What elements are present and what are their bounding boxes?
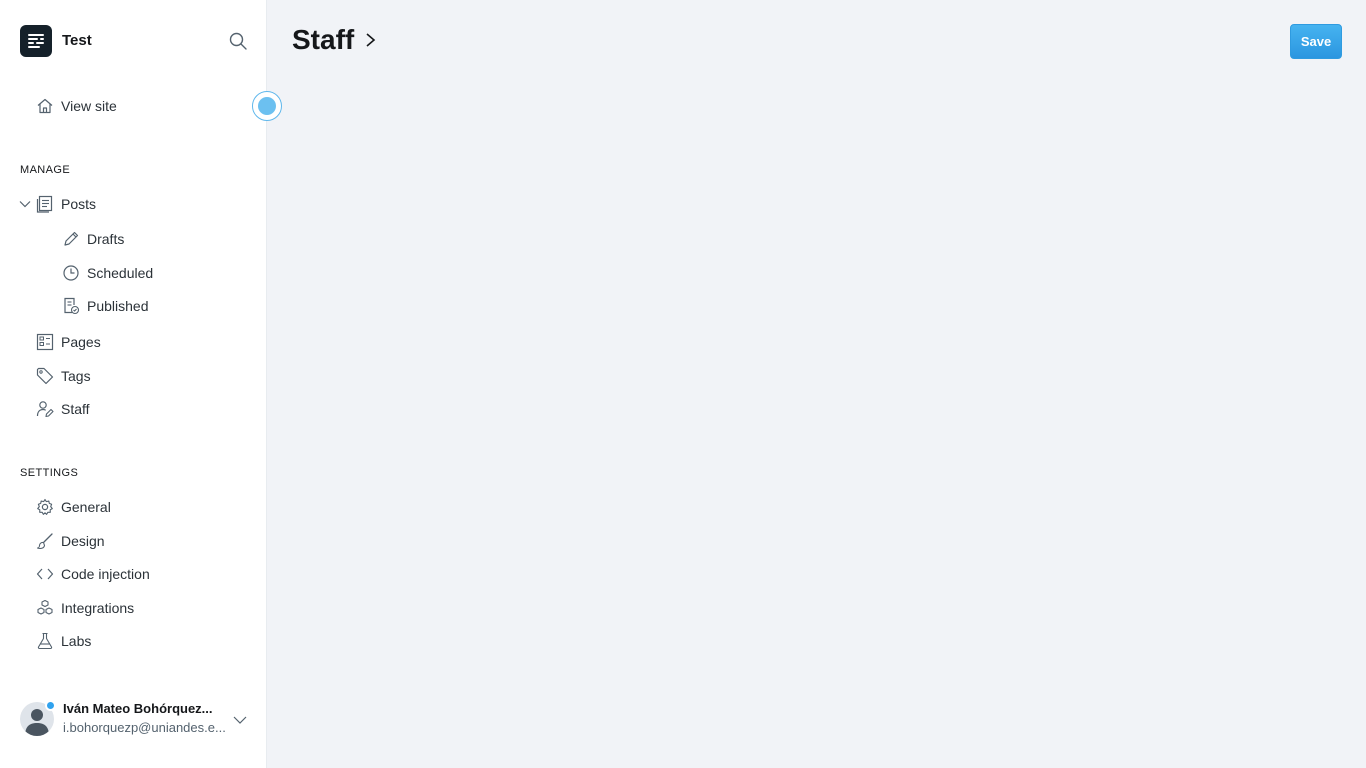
site-logo[interactable] [20,25,52,57]
search-icon[interactable] [228,31,248,51]
chevron-down-icon[interactable] [232,712,248,728]
pencil-icon [62,230,80,248]
nav-code-injection[interactable]: Code injection [32,560,247,588]
nav-pages-label: Pages [61,334,101,350]
chevron-right-icon [364,30,378,50]
ghost-logo-icon [28,34,44,48]
posts-icon [36,195,54,213]
settings-section-title: SETTINGS [20,467,79,479]
nav-general[interactable]: General [32,493,247,521]
nav-staff-label: Staff [61,401,90,417]
nav-drafts[interactable]: Drafts [58,225,248,253]
gear-icon [36,498,54,516]
nav-posts[interactable]: Posts [32,190,247,218]
nav-design-label: Design [61,533,105,549]
code-icon [36,565,54,583]
nav-scheduled[interactable]: Scheduled [58,259,248,287]
nav-labs[interactable]: Labs [32,627,247,655]
online-status-badge [45,700,56,711]
page-title-bar: Staff [292,24,378,56]
nav-code-injection-label: Code injection [61,566,150,582]
user-name: Iván Mateo Bohórquez... [63,701,213,716]
nav-tags[interactable]: Tags [32,362,247,390]
clock-icon [62,264,80,282]
sidebar: Test View site MANAGE Posts Drafts Sched… [0,0,282,768]
nav-published[interactable]: Published [58,292,248,320]
tag-icon [36,367,54,385]
pulse-dot [258,97,276,115]
nav-view-site[interactable]: View site [32,92,247,120]
site-header: Test [20,25,250,57]
nav-integrations-label: Integrations [61,600,135,616]
integrations-icon [36,599,54,617]
nav-staff[interactable]: Staff [32,395,247,423]
pulse-indicator[interactable] [252,91,282,121]
flask-icon [36,632,54,650]
user-menu[interactable]: Iván Mateo Bohórquez... i.bohorquezp@uni… [20,700,252,740]
home-icon [36,97,54,115]
main-content: Staff Save [268,0,1366,768]
page-title: Staff [292,24,355,55]
nav-integrations[interactable]: Integrations [32,594,247,622]
manage-section-title: MANAGE [20,164,71,176]
nav-posts-label: Posts [61,196,97,212]
pages-icon [36,333,54,351]
nav-tags-label: Tags [61,368,91,384]
nav-view-site-label: View site [61,98,117,114]
user-email: i.bohorquezp@uniandes.e... [63,720,226,735]
chevron-down-icon[interactable] [18,197,32,211]
staff-icon [36,400,54,418]
save-button[interactable]: Save [1290,24,1342,59]
nav-pages[interactable]: Pages [32,328,247,356]
published-doc-icon [62,297,80,315]
nav-design[interactable]: Design [32,527,247,555]
brush-icon [36,532,54,550]
nav-drafts-label: Drafts [87,231,125,247]
nav-scheduled-label: Scheduled [87,265,154,281]
nav-general-label: General [61,499,111,515]
nav-published-label: Published [87,298,149,314]
site-title[interactable]: Test [62,32,92,49]
nav-labs-label: Labs [61,633,92,649]
